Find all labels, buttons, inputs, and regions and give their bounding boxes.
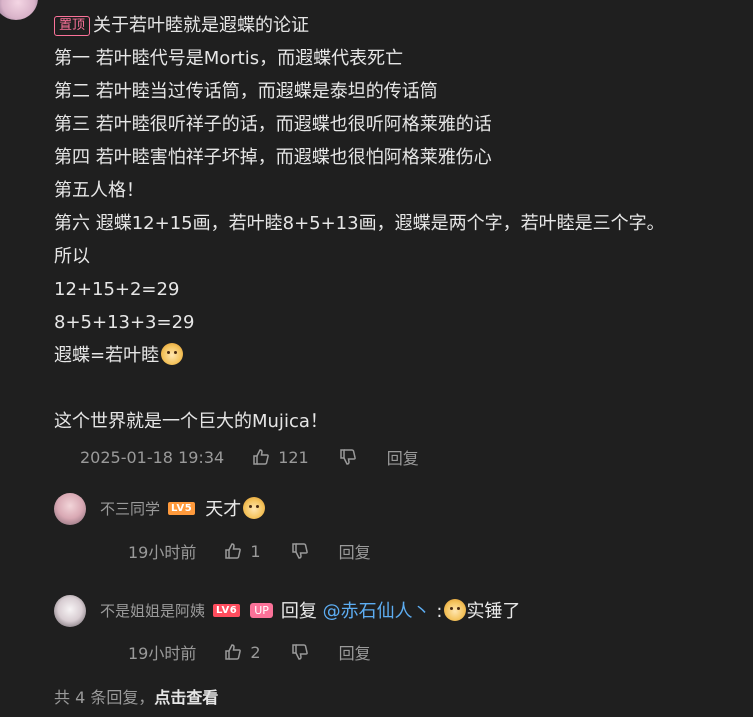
like-button[interactable]: 121 <box>252 448 309 467</box>
reply-time: 19小时前 <box>128 644 197 663</box>
thumbs-up-icon <box>225 644 242 660</box>
reply-header: 不三同学 LV5 天才 <box>100 495 266 521</box>
like-count: 121 <box>278 447 309 467</box>
comment-line: 第一 若叶睦代号是Mortis，而遐蝶代表死亡 <box>54 48 404 69</box>
like-button[interactable]: 2 <box>224 642 261 662</box>
surprised-emoji-icon <box>243 497 266 519</box>
reply-avatar[interactable] <box>54 493 86 525</box>
comment-line-blank <box>54 372 744 405</box>
comment-line: 第五人格！ <box>54 180 144 201</box>
reply-header: 不是姐姐是阿姨 LV6 UP 回复 @赤石仙人丶 : 实锤了 <box>100 597 520 623</box>
comment-line: 第三 若叶睦很听祥子的话，而遐蝶也很听阿格莱雅的话 <box>54 114 492 135</box>
comment-line: 遐蝶=若叶睦 <box>54 339 744 372</box>
level-badge: LV5 <box>168 501 196 515</box>
reply-prefix: 回复 <box>280 601 323 622</box>
dislike-button[interactable] <box>339 448 357 466</box>
like-count: 1 <box>250 541 261 561</box>
reply-username[interactable]: 不三同学 <box>100 498 160 519</box>
thumbs-down-icon <box>339 449 356 465</box>
view-more-link[interactable]: 点击查看 <box>154 688 218 707</box>
reply-meta: 19小时前 1 回复 <box>128 539 371 563</box>
reply-button[interactable]: 回复 <box>339 640 371 664</box>
reply-meta: 19小时前 2 回复 <box>128 640 371 664</box>
more-replies: 共 4 条回复，点击查看 <box>54 684 218 708</box>
comment-line: 所以 <box>54 246 90 267</box>
commenter-avatar[interactable] <box>0 0 38 20</box>
thumbs-up-icon <box>253 449 270 465</box>
comment-line: 8+5+13+3=29 <box>54 312 195 333</box>
comment-line: 置顶 关于若叶睦就是遐蝶的论证 <box>54 9 744 42</box>
comment-line: 第二 若叶睦当过传话筒，而遐蝶是泰坦的传话筒 <box>54 81 438 102</box>
thumbs-down-icon <box>291 644 308 660</box>
like-count: 2 <box>250 642 261 662</box>
dislike-button[interactable] <box>291 542 309 560</box>
up-badge: UP <box>250 602 273 618</box>
pinned-badge: 置顶 <box>54 16 91 36</box>
reply-button[interactable]: 回复 <box>387 445 419 469</box>
comment-line-text: 遐蝶=若叶睦 <box>54 345 160 366</box>
reply-separator: : <box>430 601 443 622</box>
more-replies-count: 共 4 条回复， <box>54 688 155 707</box>
reply-time: 19小时前 <box>128 543 197 562</box>
like-button[interactable]: 1 <box>224 541 261 561</box>
thumbs-up-icon <box>225 543 242 559</box>
comment-date: 2025-01-18 19:34 <box>80 447 225 467</box>
reply-text: 天才 <box>205 499 242 520</box>
thumbs-down-icon <box>291 543 308 559</box>
dislike-button[interactable] <box>291 643 309 661</box>
level-badge: LV6 <box>213 603 241 617</box>
comment-line: 这个世界就是一个巨大的Mujica！ <box>54 411 328 432</box>
mention-link[interactable]: @赤石仙人丶 <box>323 601 431 622</box>
reply-suffix: 实锤了 <box>466 601 521 622</box>
comment-content: 置顶 关于若叶睦就是遐蝶的论证 第一 若叶睦代号是Mortis，而遐蝶代表死亡 第… <box>54 9 744 438</box>
doge-emoji-icon <box>444 599 467 621</box>
reply-avatar[interactable] <box>54 595 86 627</box>
comment-meta: 2025-01-18 19:34 121 回复 <box>80 445 419 469</box>
reply-text: 回复 @赤石仙人丶 : 实锤了 <box>280 597 521 623</box>
comment-line: 第四 若叶睦害怕祥子坏掉，而遐蝶也很怕阿格莱雅伤心 <box>54 147 492 168</box>
reply-button[interactable]: 回复 <box>339 539 371 563</box>
comment-line: 第六 遐蝶12+15画，若叶睦8+5+13画，遐蝶是两个字，若叶睦是三个字。 <box>54 213 665 234</box>
comment-line: 12+15+2=29 <box>54 279 180 300</box>
doge-emoji-icon <box>161 343 184 365</box>
comment-title: 关于若叶睦就是遐蝶的论证 <box>93 15 310 36</box>
reply-username[interactable]: 不是姐姐是阿姨 <box>100 600 205 621</box>
